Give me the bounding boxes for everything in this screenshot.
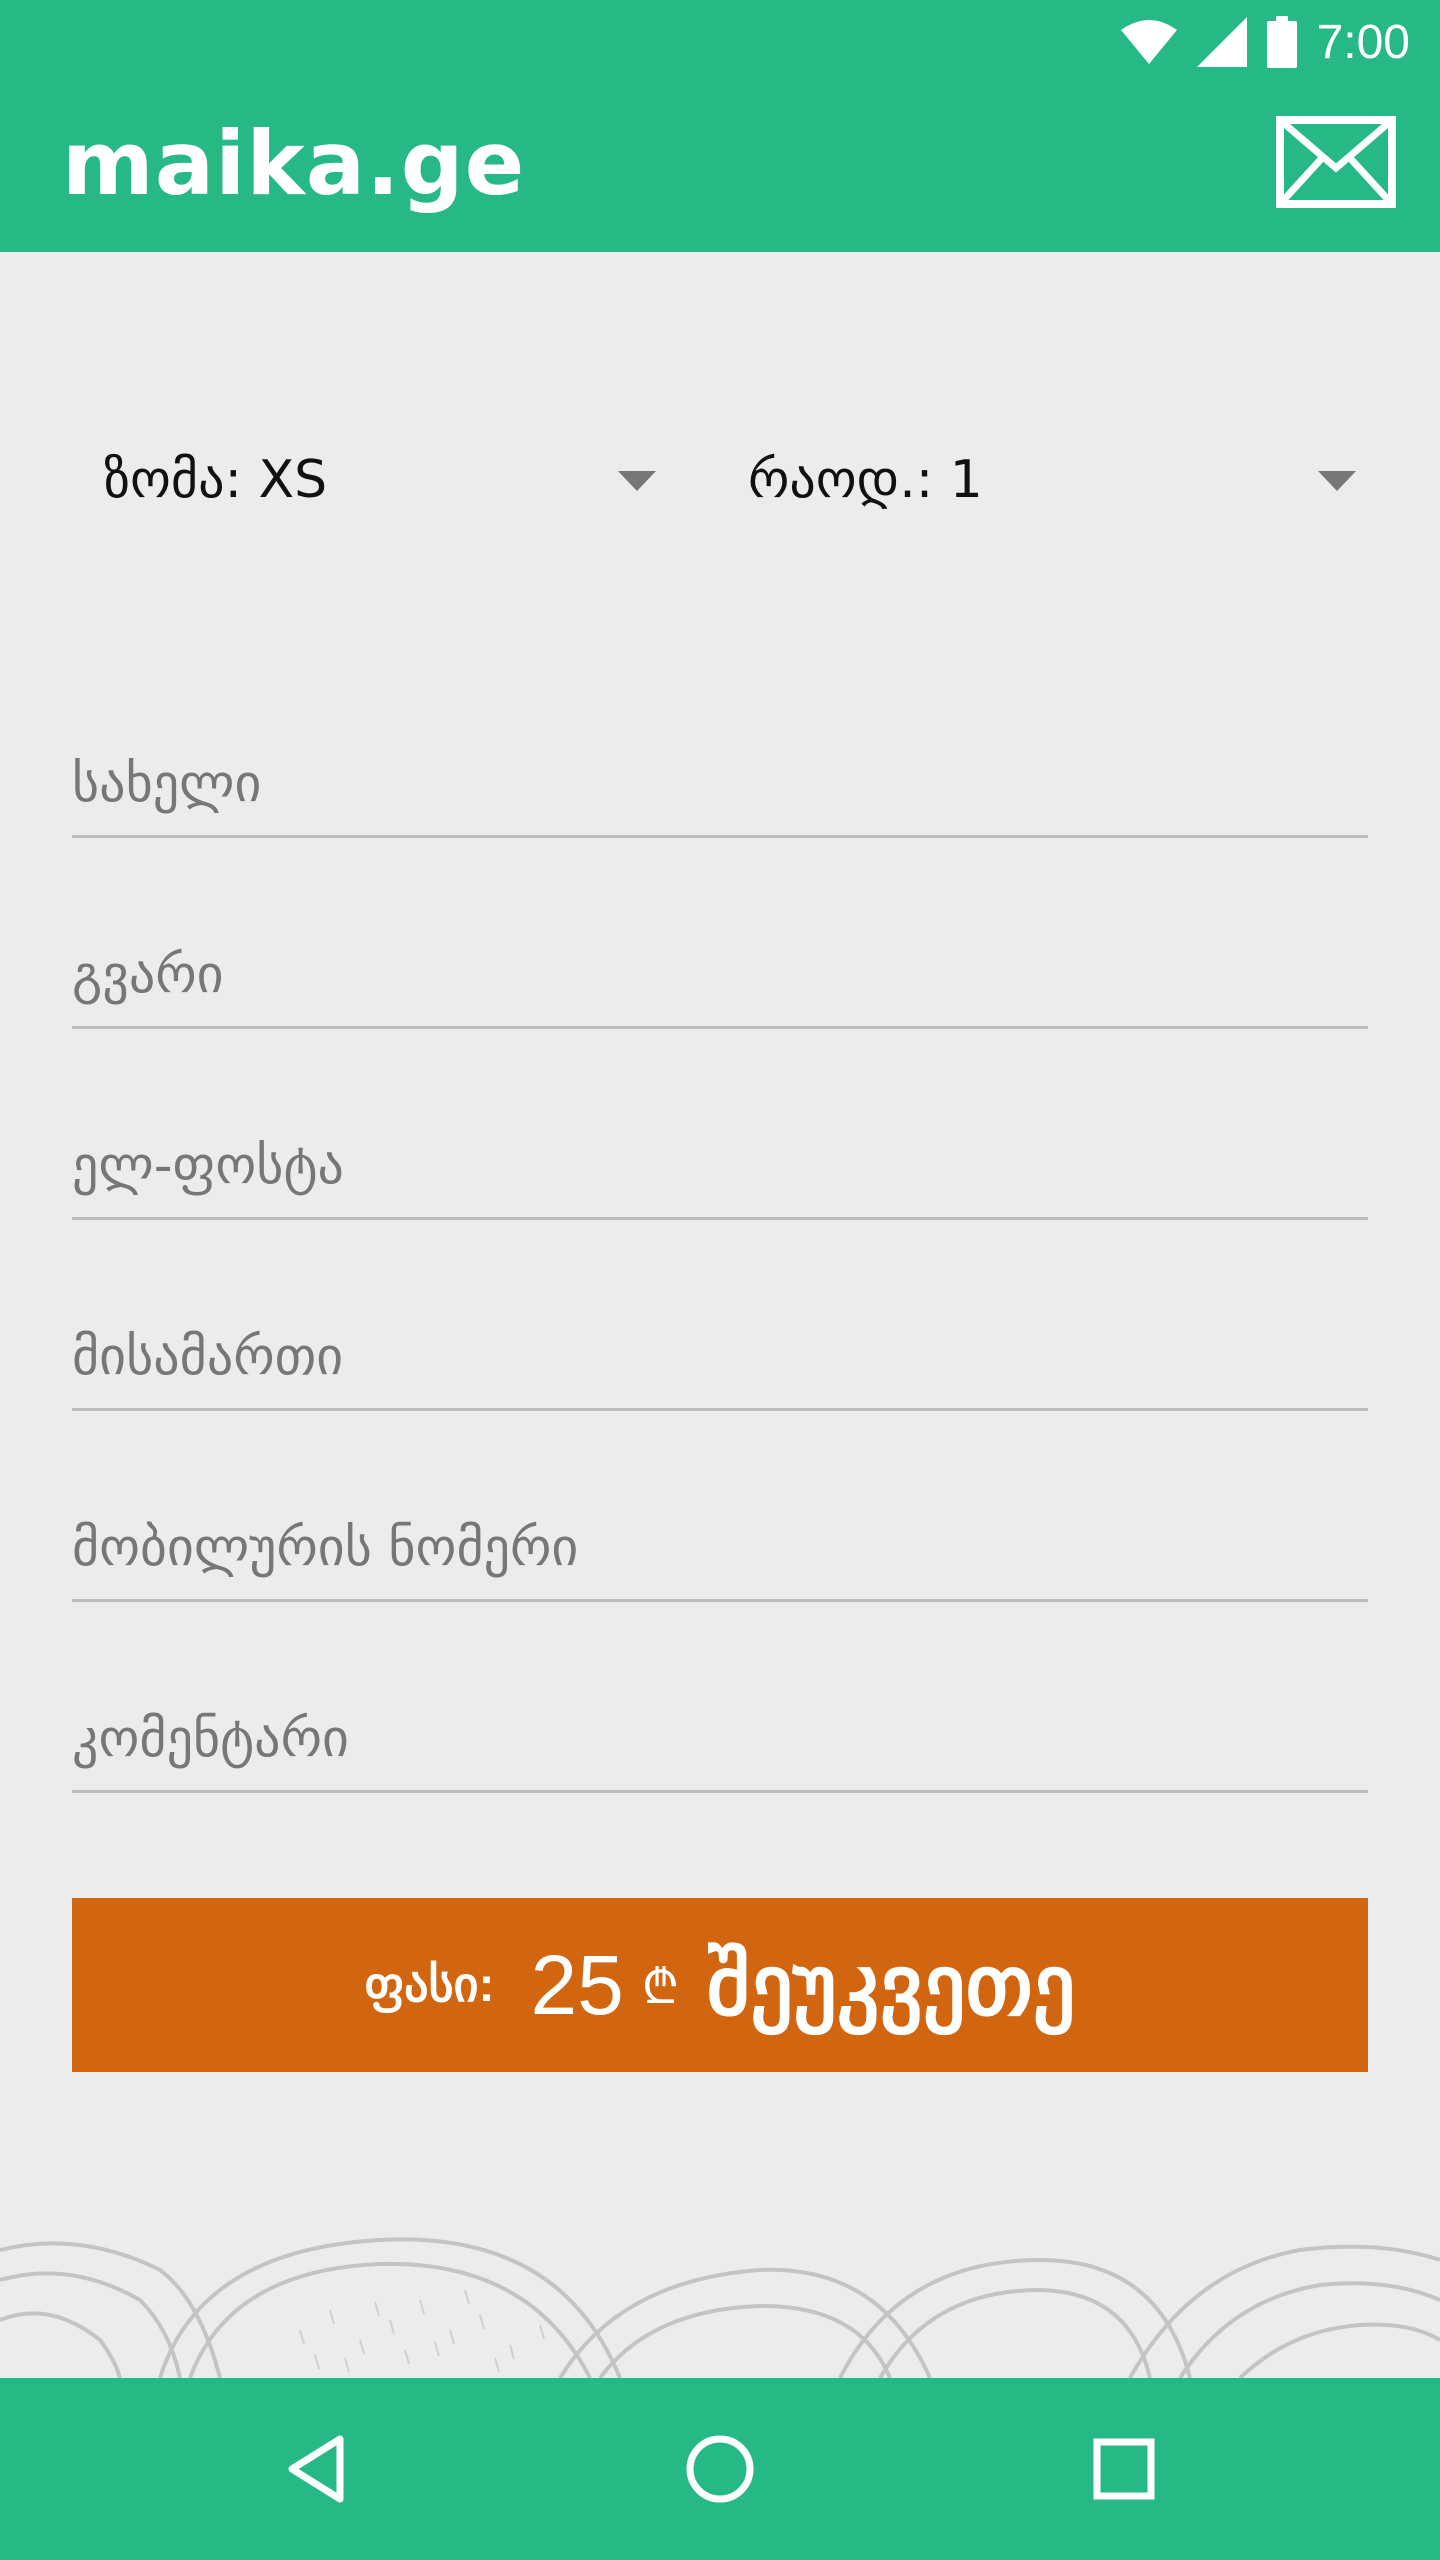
mail-button[interactable] (1276, 116, 1396, 208)
size-spinner[interactable]: ზომა: XS (104, 440, 664, 520)
quantity-spinner-label: რაოდ.: 1 (748, 450, 983, 510)
order-button[interactable]: ფასი: 25 ₾ შეუკვეთე (72, 1898, 1368, 2072)
first-name-field (72, 715, 1368, 838)
decorative-wave-pattern (0, 2237, 1440, 2378)
email-field (72, 1097, 1368, 1220)
email-input[interactable] (72, 1131, 1368, 1201)
status-time: 7:00 (1316, 15, 1410, 69)
back-icon (288, 2435, 344, 2503)
phone-input[interactable] (72, 1513, 1368, 1583)
quantity-spinner[interactable]: რაოდ.: 1 (748, 440, 1368, 520)
recents-icon (1093, 2438, 1155, 2500)
last-name-field (72, 906, 1368, 1029)
recents-button[interactable] (1024, 2378, 1224, 2560)
address-input[interactable] (72, 1322, 1368, 1392)
currency-symbol: ₾ (641, 1960, 679, 2014)
status-icons: 7:00 (1120, 10, 1410, 74)
home-icon (686, 2435, 754, 2503)
order-button-label: შეუკვეთე (706, 1938, 1076, 2032)
last-name-input[interactable] (72, 940, 1368, 1010)
comment-input[interactable] (72, 1704, 1368, 1774)
battery-icon (1266, 16, 1297, 68)
mail-icon (1276, 116, 1396, 208)
app-title: maika.ge (62, 112, 526, 215)
home-button[interactable] (620, 2378, 820, 2560)
app-bar: maika.ge (0, 84, 1440, 252)
wifi-icon (1120, 20, 1177, 64)
navigation-bar (0, 2378, 1440, 2560)
price-label: ფასი: (364, 1959, 495, 2012)
signal-icon (1196, 17, 1247, 67)
address-field (72, 1288, 1368, 1411)
status-bar: 7:00 (0, 0, 1440, 84)
size-dropdown-arrow-icon (618, 471, 656, 491)
comment-field (72, 1670, 1368, 1793)
quantity-dropdown-arrow-icon (1318, 471, 1356, 491)
size-spinner-label: ზომა: XS (104, 450, 328, 510)
back-button[interactable] (216, 2378, 416, 2560)
price-value: 25 (530, 1937, 624, 2032)
first-name-input[interactable] (72, 749, 1368, 819)
phone-field (72, 1479, 1368, 1602)
